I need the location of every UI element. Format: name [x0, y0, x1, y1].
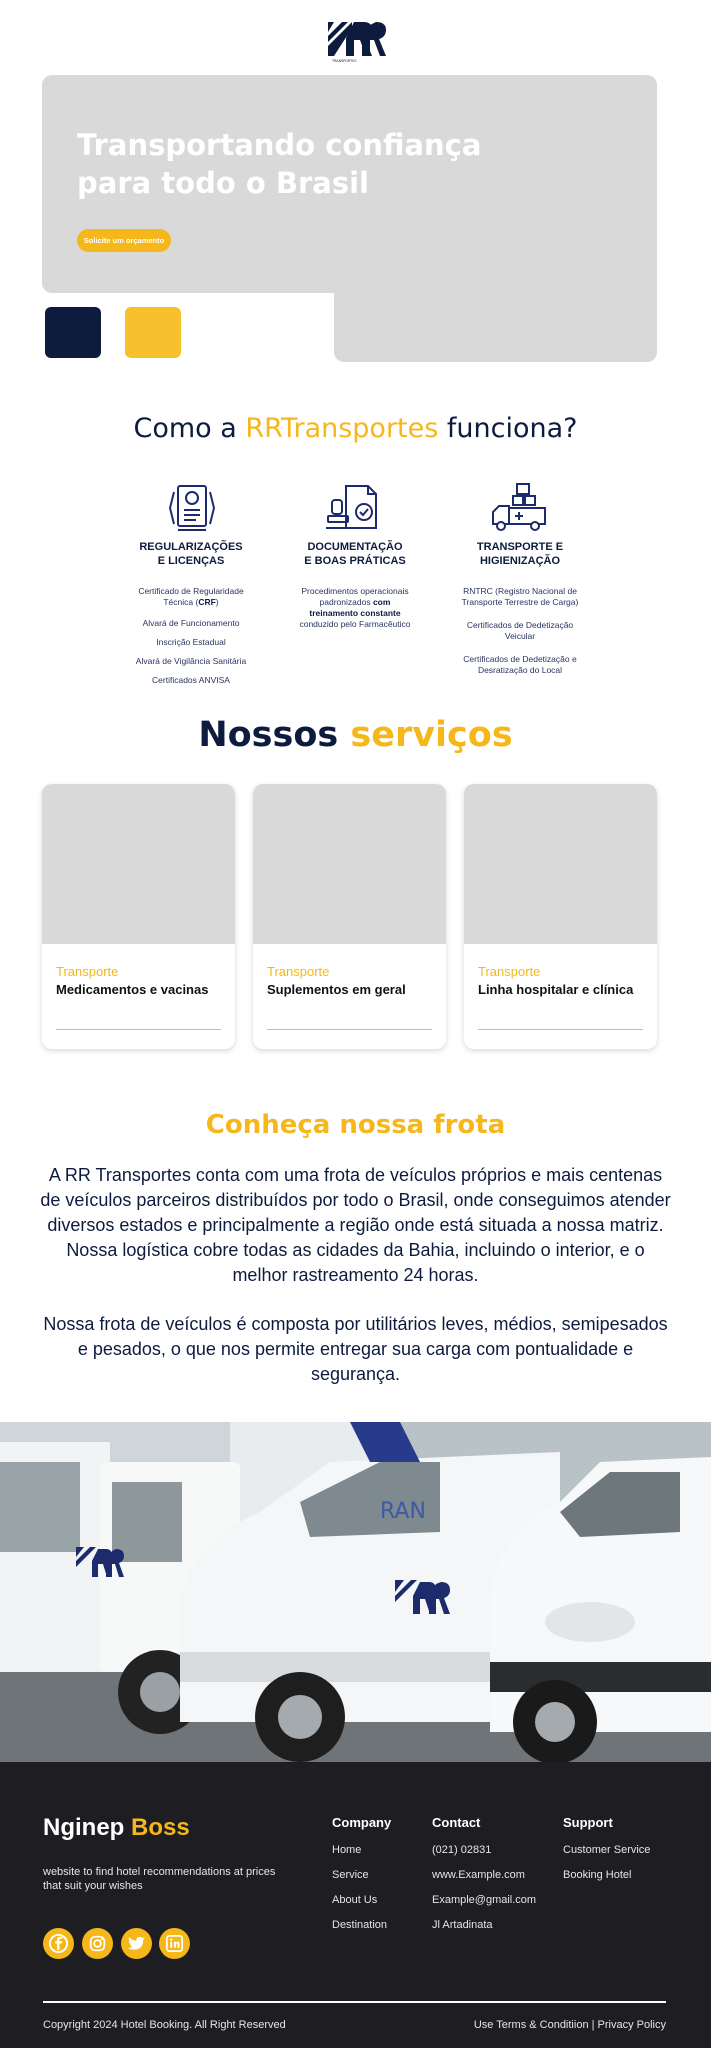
- transport-heading: TRANSPORTE E HIGIENIZAÇÃO: [476, 541, 564, 567]
- footer-divider: [43, 2001, 666, 2003]
- service-card[interactable]: Transporte Suplementos em geral: [253, 784, 446, 1049]
- svg-text:RAN: RAN: [380, 1499, 426, 1524]
- fleet-paragraph: A RR Transportes conta com uma frota de …: [40, 1165, 671, 1285]
- documentation-item: Procedimentos operacionais padronizados …: [299, 586, 411, 629]
- contact-website[interactable]: www.Example.com: [432, 1869, 536, 1894]
- service-category: Transporte: [56, 964, 119, 979]
- vans-illustration: RAN: [0, 1422, 711, 1762]
- service-category: Transporte: [267, 964, 330, 979]
- license-item: Certificados ANVISA: [152, 675, 230, 685]
- transport-item: Certificados de Dedetização Veicular: [466, 620, 574, 641]
- certificate-icon: [168, 485, 216, 531]
- footer-company-column: Company Home Service About Us Destinatio…: [332, 1815, 391, 1944]
- contact-email[interactable]: Example@gmail.com: [432, 1894, 536, 1919]
- hero-banner-extension: [334, 290, 657, 362]
- service-name: Linha hospitalar e clínica: [478, 982, 634, 997]
- footer-link[interactable]: Destination: [332, 1919, 391, 1944]
- service-image-placeholder: [464, 784, 657, 944]
- service-card[interactable]: Transporte Linha hospitalar e clínica: [464, 784, 657, 1049]
- rr-logo[interactable]: TRANSPORTES: [324, 18, 388, 64]
- licenses-heading: REGULARIZAÇÕES E LICENÇAS: [139, 541, 243, 567]
- service-image-placeholder: [42, 784, 235, 944]
- license-item: Inscrição Estadual: [156, 637, 226, 647]
- how-it-works-title: Como a RRTransportes funciona?: [133, 413, 578, 444]
- service-image-placeholder: [253, 784, 446, 944]
- company-heading: Company: [332, 1815, 392, 1830]
- quote-button[interactable]: Solicite um orçamento: [77, 229, 171, 252]
- how-column-licenses: REGULARIZAÇÕES E LICENÇAS Certificado de…: [106, 482, 276, 686]
- instagram-icon[interactable]: [82, 1928, 113, 1959]
- delivery-truck-icon: [492, 483, 546, 531]
- footer-tagline: website to find hotel recommendations at…: [43, 1866, 276, 1892]
- footer-link[interactable]: Service: [332, 1869, 391, 1894]
- facebook-icon[interactable]: [43, 1928, 74, 1959]
- card-divider: [56, 1029, 221, 1030]
- footer-support-column: Support Customer Service Booking Hotel: [563, 1815, 650, 1894]
- navy-swatch: [45, 307, 101, 358]
- transport-item: RNTRC (Registro Nacional de Transporte T…: [461, 586, 579, 607]
- card-divider: [478, 1029, 643, 1030]
- contact-heading: Contact: [432, 1815, 481, 1830]
- license-item: Alvará de Funcionamento: [142, 618, 240, 628]
- footer-contact-column: Contact (021) 02831 www.Example.com Exam…: [432, 1815, 536, 1944]
- transport-item: Certificados de Dedetização e Desratizaç…: [463, 654, 577, 675]
- footer: Nginep Boss website to find hotel recomm…: [0, 1762, 711, 2048]
- rr-logo-icon: TRANSPORTES: [328, 22, 386, 63]
- license-item: Certificado de Regularidade Técnica (CRF…: [138, 586, 244, 607]
- service-name: Medicamentos e vacinas: [56, 982, 209, 997]
- service-name: Suplementos em geral: [267, 982, 406, 997]
- twitter-icon[interactable]: [121, 1928, 152, 1959]
- contact-address: Jl Artadinata: [432, 1919, 493, 1931]
- footer-link[interactable]: About Us: [332, 1894, 391, 1919]
- footer-link[interactable]: Home: [332, 1844, 391, 1869]
- how-column-documentation: DOCUMENTAÇÃO E BOAS PRÁTICAS Procediment…: [270, 482, 440, 630]
- fleet-paragraph: Nossa frota de veículos é composta por u…: [43, 1314, 668, 1384]
- contact-phone[interactable]: (021) 02831: [432, 1844, 536, 1869]
- service-card[interactable]: Transporte Medicamentos e vacinas: [42, 784, 235, 1049]
- terms-links[interactable]: Use Terms & Conditiion | Privacy Policy: [474, 2019, 666, 2031]
- service-category: Transporte: [478, 964, 541, 979]
- support-heading: Support: [563, 1815, 613, 1830]
- license-item: Alvará de Vigilância Sanitária: [135, 656, 247, 666]
- services-title: Nossos serviços: [198, 715, 513, 755]
- documentation-heading: DOCUMENTAÇÃO E BOAS PRÁTICAS: [304, 541, 406, 567]
- card-divider: [267, 1029, 432, 1030]
- footer-link[interactable]: Booking Hotel: [563, 1869, 650, 1894]
- copyright-text: Copyright 2024 Hotel Booking. All Right …: [43, 2019, 286, 2031]
- hero-title: Transportando confiança para todo o Bras…: [77, 128, 482, 200]
- fleet-photo: RAN: [0, 1422, 711, 1762]
- footer-link[interactable]: Customer Service: [563, 1844, 650, 1869]
- svg-text:TRANSPORTES: TRANSPORTES: [331, 59, 357, 63]
- fleet-title: Conheça nossa frota: [205, 1110, 506, 1140]
- how-column-transport: TRANSPORTE E HIGIENIZAÇÃO RNTRC (Registr…: [435, 482, 605, 676]
- yellow-swatch: [125, 307, 181, 358]
- footer-brand[interactable]: Nginep Boss: [43, 1814, 190, 1842]
- document-stamp-icon: [326, 485, 377, 529]
- linkedin-icon[interactable]: [159, 1928, 190, 1959]
